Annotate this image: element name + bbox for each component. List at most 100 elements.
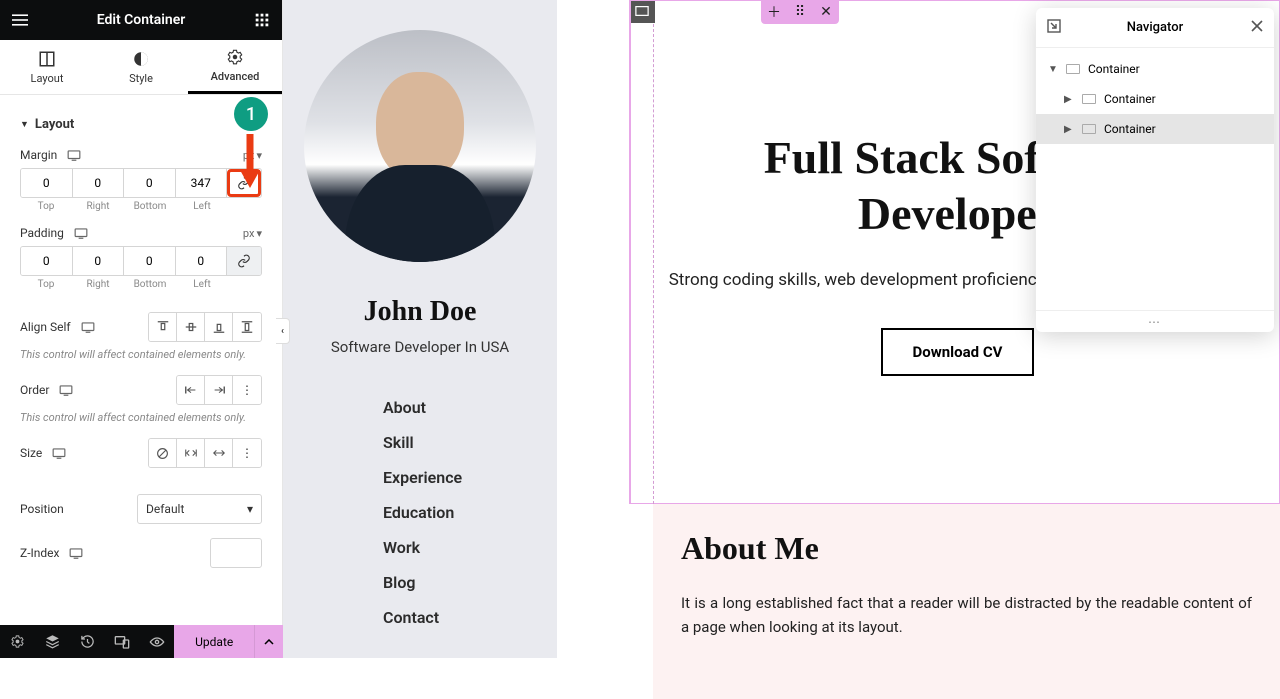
alignself-note: This control will affect contained eleme… [20,348,262,361]
download-cv-button[interactable]: Download CV [881,328,1035,376]
nav-about[interactable]: About [383,398,557,417]
margin-link-toggle[interactable] [227,169,261,197]
update-button[interactable]: Update [174,625,253,658]
navigator-item[interactable]: ▼ Container [1036,54,1274,84]
padding-right-input[interactable] [73,247,124,275]
expand-icon[interactable]: ▶ [1064,94,1074,105]
responsive-icon[interactable] [59,384,73,396]
position-label: Position [20,502,64,516]
drag-handle-icon[interactable]: ⠿ [787,0,813,24]
position-select[interactable]: Default▾ [137,494,262,524]
order-note: This control will affect contained eleme… [20,411,262,424]
update-more-button[interactable] [254,625,283,658]
nav-experience[interactable]: Experience [383,468,557,487]
container-icon [1082,124,1096,134]
menu-icon[interactable] [10,10,30,30]
add-element-button[interactable]: ＋ [761,0,787,24]
selection-header [629,0,655,23]
tab-advanced[interactable]: Advanced [188,40,282,94]
navigator-dock-icon[interactable] [1046,18,1062,38]
align-start[interactable] [149,313,177,341]
about-section: About Me It is a long established fact t… [653,504,1280,699]
navigator-item[interactable]: ▶ Container [1036,114,1274,144]
margin-right-input[interactable] [73,169,124,197]
margin-top-input[interactable] [21,169,72,197]
expand-icon[interactable]: ▼ [1048,64,1058,75]
selection-toolbar: ＋ ⠿ ✕ [761,0,839,24]
margin-inputs [20,168,262,198]
align-center[interactable] [177,313,205,341]
align-end[interactable] [205,313,233,341]
responsive-icon[interactable] [74,227,88,239]
padding-top-input[interactable] [21,247,72,275]
size-none[interactable] [149,439,177,467]
container-icon [1066,64,1080,74]
label-left: Left [176,276,228,290]
responsive-icon[interactable] [81,321,95,333]
section-layout-toggle[interactable]: ▼ Layout [20,117,262,132]
zindex-input[interactable] [210,538,262,568]
responsive-mode-icon[interactable] [105,625,140,658]
delete-element-button[interactable]: ✕ [813,0,839,24]
zindex-label: Z-Index [20,546,83,560]
align-stretch[interactable] [233,313,261,341]
profile-sidebar: John Doe Software Developer In USA About… [283,0,557,658]
container-icon [1082,94,1096,104]
padding-link-toggle[interactable] [227,247,261,275]
margin-unit[interactable]: px▾ [243,149,262,162]
size-grow[interactable] [205,439,233,467]
order-label: Order [20,383,73,397]
preview-icon[interactable] [140,625,175,658]
editor-panel: Edit Container Layout Style Advanced ▼ L… [0,0,283,625]
nav-skill[interactable]: Skill [383,433,557,452]
margin-bottom-input[interactable] [124,169,175,197]
padding-label: Padding [20,226,88,240]
label-bottom: Bottom [124,198,176,212]
about-heading: About Me [681,530,1252,567]
label-top: Top [20,276,72,290]
panel-collapse-toggle[interactable]: ‹ [276,318,290,344]
size-label: Size [20,446,66,460]
tab-style[interactable]: Style [94,40,188,94]
settings-icon[interactable] [0,625,35,658]
editor-tabs: Layout Style Advanced [0,40,282,95]
history-icon[interactable] [70,625,105,658]
order-more[interactable]: ⋮ [233,376,261,404]
tab-layout-label: Layout [31,72,64,85]
nav-contact[interactable]: Contact [383,608,557,627]
navigator-tree: ▼ Container ▶ Container ▶ Container [1036,48,1274,310]
label-bottom: Bottom [124,276,176,290]
navigator-item-label: Container [1104,92,1156,106]
responsive-icon[interactable] [69,547,83,559]
navigator-title: Navigator [1127,20,1183,35]
navigator-item[interactable]: ▶ Container [1036,84,1274,114]
padding-unit[interactable]: px▾ [243,227,262,240]
size-more[interactable]: ⋮ [233,439,261,467]
padding-left-input[interactable] [176,247,227,275]
tab-layout[interactable]: Layout [0,40,94,94]
navigator-close-icon[interactable] [1250,18,1264,37]
margin-left-input[interactable] [176,169,227,197]
order-last[interactable] [205,376,233,404]
expand-icon[interactable]: ▶ [1064,124,1074,135]
caret-down-icon: ▼ [20,119,29,130]
nav-work[interactable]: Work [383,538,557,557]
navigator-resize-handle[interactable]: ⋯ [1036,310,1274,332]
container-tag-icon[interactable] [629,0,655,23]
navigator-item-label: Container [1088,62,1140,76]
navigator-icon[interactable] [35,625,70,658]
responsive-icon[interactable] [67,149,81,161]
editor-footer: Update [0,625,283,658]
responsive-icon[interactable] [52,447,66,459]
apps-icon[interactable] [252,10,272,30]
order-first[interactable] [177,376,205,404]
alignself-label: Align Self [20,320,95,334]
nav-education[interactable]: Education [383,503,557,522]
label-right: Right [72,198,124,212]
editor-body: ▼ Layout Margin px▾ Top Right Bottom Lef… [0,95,282,625]
about-body: It is a long established fact that a rea… [681,591,1252,639]
size-shrink[interactable] [177,439,205,467]
nav-blog[interactable]: Blog [383,573,557,592]
padding-inputs [20,246,262,276]
padding-bottom-input[interactable] [124,247,175,275]
